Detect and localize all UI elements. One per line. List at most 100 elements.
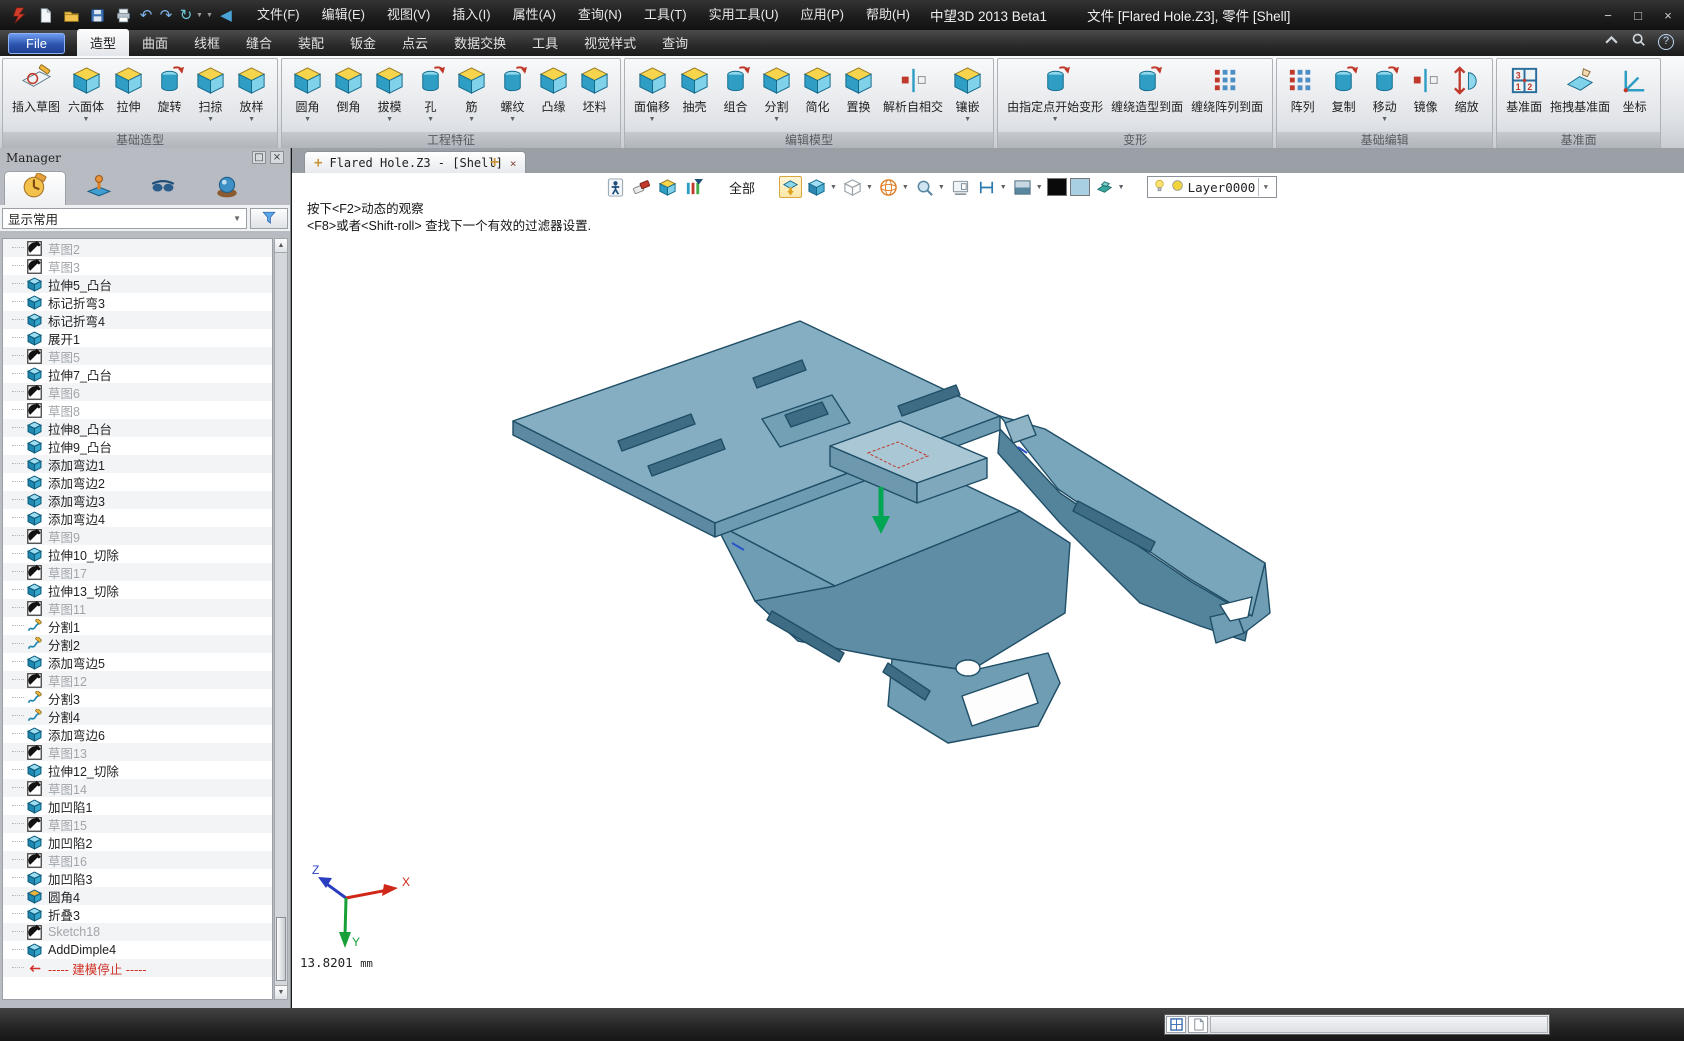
menu-item-6[interactable]: 工具(T) bbox=[633, 0, 698, 30]
menu-item-5[interactable]: 查询(N) bbox=[567, 0, 633, 30]
chevron-down-icon[interactable]: ▼ bbox=[83, 116, 90, 125]
ribbon-tab-7[interactable]: 点云 bbox=[389, 29, 441, 57]
ribbon-tool-1-1[interactable]: 倒角 bbox=[328, 64, 369, 125]
ribbon-tool-1-7[interactable]: 坯料 bbox=[574, 64, 615, 125]
menu-item-4[interactable]: 属性(A) bbox=[502, 0, 567, 30]
ribbon-tool-3-0[interactable]: 由指定点开始变形▼ bbox=[1003, 64, 1107, 125]
ribbon-tool-0-3[interactable]: 旋转 bbox=[149, 64, 190, 125]
tab-close-icon[interactable]: × bbox=[510, 157, 517, 170]
status-grid-icon[interactable] bbox=[1166, 1016, 1186, 1033]
tree-item[interactable]: 拉伸9_凸台 bbox=[3, 437, 272, 455]
tree-item[interactable]: 添加弯边1 bbox=[3, 455, 272, 473]
black-color-swatch[interactable] bbox=[1047, 178, 1067, 196]
minimize-button[interactable]: − bbox=[1600, 8, 1616, 23]
search-icon[interactable] bbox=[1631, 32, 1646, 52]
chevron-down-icon[interactable]: ▼ bbox=[902, 184, 909, 191]
tree-item[interactable]: 加凹陷1 bbox=[3, 797, 272, 815]
measure-icon[interactable] bbox=[975, 176, 998, 198]
ribbon-tool-2-4[interactable]: 简化 bbox=[797, 64, 838, 125]
ribbon-tool-2-1[interactable]: 抽壳 bbox=[674, 64, 715, 125]
tree-item[interactable]: ----- 建模停止 ----- bbox=[3, 959, 272, 977]
menu-item-2[interactable]: 视图(V) bbox=[376, 0, 441, 30]
chevron-down-icon[interactable]: ▼ bbox=[866, 184, 873, 191]
pick-solid-icon[interactable] bbox=[656, 176, 679, 198]
tree-item[interactable]: 添加弯边2 bbox=[3, 473, 272, 491]
ribbon-tool-5-2[interactable]: 坐标 bbox=[1614, 64, 1655, 125]
tree-item[interactable]: 标记折弯4 bbox=[3, 311, 272, 329]
view-orient-icon[interactable] bbox=[779, 176, 802, 198]
tree-item[interactable]: 加凹陷3 bbox=[3, 869, 272, 887]
tree-item[interactable]: 草图9 bbox=[3, 527, 272, 545]
ribbon-tool-0-0[interactable]: 插入草图 bbox=[8, 64, 64, 125]
tree-item[interactable]: 草图5 bbox=[3, 347, 272, 365]
tree-item[interactable]: 拉伸10_切除 bbox=[3, 545, 272, 563]
tree-item[interactable]: 草图17 bbox=[3, 563, 272, 581]
close-button[interactable]: × bbox=[1660, 8, 1676, 23]
chevron-down-icon[interactable]: ▼ bbox=[1000, 184, 1007, 191]
scroll-up-icon[interactable]: ▲ bbox=[275, 239, 287, 253]
tree-item[interactable]: 添加弯边6 bbox=[3, 725, 272, 743]
ribbon-tool-2-6[interactable]: 解析自相交 bbox=[879, 64, 947, 125]
chevron-down-icon[interactable]: ▼ bbox=[964, 116, 971, 125]
ribbon-tab-6[interactable]: 钣金 bbox=[337, 29, 389, 57]
ribbon-tool-1-5[interactable]: 螺纹▼ bbox=[492, 64, 533, 125]
filter-all-label[interactable]: 全部 bbox=[729, 178, 755, 197]
ribbon-tool-0-5[interactable]: 放样▼ bbox=[231, 64, 272, 125]
ribbon-tab-1[interactable]: 造型 bbox=[77, 29, 129, 57]
erase-face-icon[interactable] bbox=[1093, 176, 1116, 198]
redo-icon[interactable]: ↷ bbox=[156, 6, 176, 24]
chevron-down-icon[interactable]: ▼ bbox=[468, 116, 475, 125]
wireframe-mode-icon[interactable] bbox=[841, 176, 864, 198]
ribbon-tool-2-7[interactable]: 镶嵌▼ bbox=[947, 64, 988, 125]
tree-item[interactable]: 拉伸8_凸台 bbox=[3, 419, 272, 437]
quickbar-caret-icon[interactable]: ▼ bbox=[206, 12, 216, 19]
chevron-down-icon[interactable]: ▼ bbox=[1118, 184, 1125, 191]
blue-color-swatch[interactable] bbox=[1070, 178, 1090, 196]
ribbon-tool-5-0[interactable]: 312基准面 bbox=[1502, 64, 1546, 125]
filter-chart-icon[interactable] bbox=[682, 176, 705, 198]
chevron-down-icon[interactable]: ▼ bbox=[938, 184, 945, 191]
app-logo-icon[interactable] bbox=[8, 4, 30, 26]
zoom-tool-icon[interactable] bbox=[913, 176, 936, 198]
tree-item[interactable]: 标记折弯3 bbox=[3, 293, 272, 311]
eraser-icon[interactable] bbox=[630, 176, 653, 198]
ribbon-tool-0-4[interactable]: 扫掠▼ bbox=[190, 64, 231, 125]
ribbon-tool-2-3[interactable]: 分割▼ bbox=[756, 64, 797, 125]
chevron-down-icon[interactable]: ▼ bbox=[509, 116, 516, 125]
chevron-down-icon[interactable]: ▼ bbox=[773, 116, 780, 125]
tree-item[interactable]: 分割1 bbox=[3, 617, 272, 635]
tree-item[interactable]: 展开1 bbox=[3, 329, 272, 347]
ribbon-tab-4[interactable]: 缝合 bbox=[233, 29, 285, 57]
tree-item[interactable]: 添加弯边3 bbox=[3, 491, 272, 509]
tree-item[interactable]: 草图2 bbox=[3, 239, 272, 257]
tree-item[interactable]: 拉伸12_切除 bbox=[3, 761, 272, 779]
ribbon-tab-8[interactable]: 数据交换 bbox=[441, 29, 519, 57]
ribbon-tool-1-0[interactable]: 圆角▼ bbox=[287, 64, 328, 125]
screen-capture-icon[interactable] bbox=[949, 176, 972, 198]
sphere-mode-icon[interactable] bbox=[877, 176, 900, 198]
ribbon-tool-4-4[interactable]: 缩放 bbox=[1446, 64, 1487, 125]
tree-item[interactable]: 草图15 bbox=[3, 815, 272, 833]
chevron-down-icon[interactable]: ▼ bbox=[830, 184, 837, 191]
status-page-icon[interactable] bbox=[1188, 1016, 1208, 1033]
tree-item[interactable]: 草图11 bbox=[3, 599, 272, 617]
tree-item[interactable]: 添加弯边5 bbox=[3, 653, 272, 671]
menu-item-0[interactable]: 文件(F) bbox=[246, 0, 311, 30]
tree-scrollbar[interactable]: ▲ ▼ bbox=[274, 238, 288, 1000]
orbit-caret-icon[interactable]: ▼ bbox=[196, 12, 206, 19]
orbit-view-icon[interactable]: ↻ bbox=[176, 6, 196, 24]
ribbon-tool-4-2[interactable]: 移动▼ bbox=[1364, 64, 1405, 125]
scroll-thumb[interactable] bbox=[276, 917, 286, 981]
maximize-button[interactable]: □ bbox=[1630, 8, 1646, 23]
chevron-down-icon[interactable]: ▼ bbox=[649, 116, 656, 125]
ribbon-tab-0[interactable]: File bbox=[8, 33, 65, 54]
ribbon-tool-4-3[interactable]: 镜像 bbox=[1405, 64, 1446, 125]
ribbon-tool-5-1[interactable]: 拖拽基准面 bbox=[1546, 64, 1614, 125]
pick-walk-icon[interactable] bbox=[604, 176, 627, 198]
collapse-ribbon-icon[interactable] bbox=[1604, 32, 1619, 52]
panel-close-icon[interactable]: × bbox=[270, 151, 284, 164]
chevron-down-icon[interactable]: ▼ bbox=[1258, 178, 1272, 196]
ribbon-tab-9[interactable]: 工具 bbox=[519, 29, 571, 57]
tree-item[interactable]: 拉伸13_切除 bbox=[3, 581, 272, 599]
ribbon-tab-11[interactable]: 查询 bbox=[649, 29, 701, 57]
